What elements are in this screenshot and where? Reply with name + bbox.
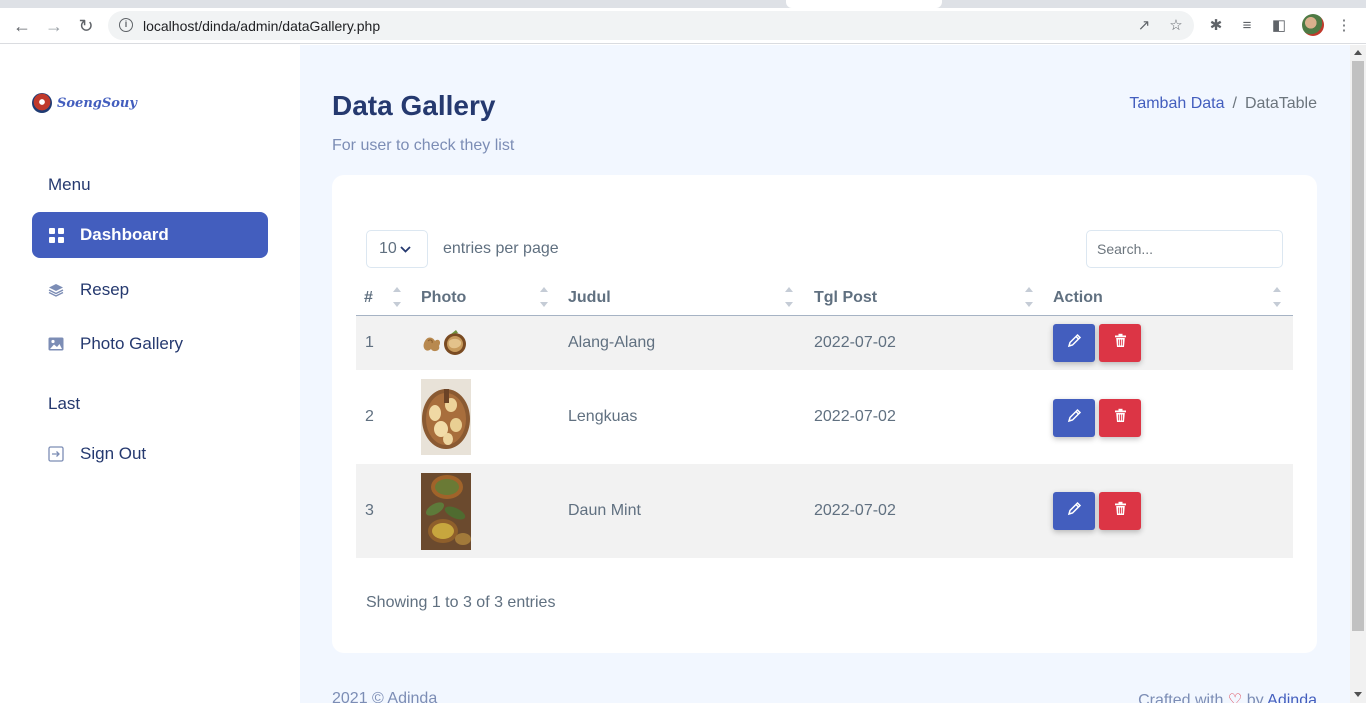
- browser-tabstrip: [0, 0, 1366, 8]
- cell-tgl-post: 2022-07-02: [814, 334, 896, 351]
- delete-button[interactable]: [1099, 492, 1141, 530]
- footer-by-text: by: [1246, 692, 1264, 703]
- delete-button[interactable]: [1099, 324, 1141, 362]
- table-header: # Photo Judul Tgl Post Action: [356, 278, 1293, 316]
- address-url[interactable]: localhost/dinda/admin/dataGallery.php: [143, 18, 380, 34]
- edit-button[interactable]: [1053, 492, 1095, 530]
- breadcrumb: Tambah Data / DataTable: [1129, 95, 1317, 113]
- sidebar-item-label: Resep: [80, 280, 130, 299]
- pencil-icon: [1067, 408, 1082, 428]
- sort-icon[interactable]: [1273, 287, 1281, 309]
- ginger-photo: [421, 329, 467, 362]
- column-header-tgl-post[interactable]: Tgl Post: [814, 289, 877, 307]
- edit-button[interactable]: [1053, 399, 1095, 437]
- media-queue-icon[interactable]: ≡: [1238, 17, 1256, 35]
- column-header-number[interactable]: #: [364, 289, 373, 307]
- sidebar-item-resep[interactable]: Resep: [32, 267, 268, 313]
- pencil-icon: [1067, 333, 1082, 353]
- datatable-card: 10 entries per page # Photo Judul Tgl Po…: [332, 175, 1317, 653]
- page-title: Data Gallery: [332, 90, 496, 121]
- extensions-icon[interactable]: ✱: [1207, 17, 1225, 35]
- profile-avatar[interactable]: [1302, 14, 1324, 36]
- galangal-photo: [421, 379, 471, 460]
- column-header-action[interactable]: Action: [1053, 289, 1103, 307]
- page-scrollbar[interactable]: [1350, 45, 1366, 703]
- logo-text: SoengSouy: [57, 95, 137, 111]
- table-info: Showing 1 to 3 of 3 entries: [366, 594, 556, 611]
- sidebar-item-label: Photo Gallery: [80, 334, 183, 353]
- cell-judul: Daun Mint: [568, 502, 641, 519]
- gallery-table: # Photo Judul Tgl Post Action 1 Alang-Al…: [356, 278, 1293, 558]
- menu-section-title: Menu: [48, 175, 91, 194]
- reload-icon[interactable]: ↻: [74, 14, 98, 38]
- sort-icon[interactable]: [785, 287, 793, 309]
- sidebar-item-dashboard[interactable]: Dashboard: [32, 212, 268, 258]
- scrollbar-thumb[interactable]: [1352, 61, 1364, 631]
- footer-crafted-text: Crafted with: [1138, 692, 1224, 703]
- page-subtitle: For user to check they list: [332, 137, 515, 154]
- sort-icon[interactable]: [1025, 287, 1033, 309]
- sidebar-item-label: Sign Out: [80, 444, 147, 463]
- browser-menu-icon[interactable]: ⋮: [1335, 17, 1353, 35]
- table-row: 3 Daun Mint 2022-07-02: [356, 464, 1293, 558]
- per-page-value: 10: [379, 240, 397, 257]
- grid-icon: [48, 227, 64, 243]
- logo[interactable]: SoengSouy: [32, 93, 137, 113]
- footer-author-link[interactable]: Adinda: [1267, 692, 1317, 703]
- browser-toolbar: ← → ↻ i localhost/dinda/admin/dataGaller…: [0, 8, 1366, 44]
- sidebar-item-photo-gallery[interactable]: Photo Gallery: [32, 321, 268, 367]
- forward-icon[interactable]: →: [42, 14, 66, 38]
- footer-credit: Crafted with ♡ by Adinda: [1138, 690, 1317, 703]
- bay-leaves-photo: [421, 473, 471, 555]
- stack-icon: [48, 282, 64, 298]
- column-header-photo[interactable]: Photo: [421, 289, 466, 307]
- last-section-title: Last: [48, 394, 81, 413]
- search-input[interactable]: [1086, 230, 1283, 268]
- scroll-up-icon[interactable]: [1354, 50, 1362, 55]
- scroll-down-icon[interactable]: [1354, 692, 1362, 697]
- logo-mark-icon: [32, 93, 52, 113]
- column-header-judul[interactable]: Judul: [568, 289, 611, 307]
- cell-number: 2: [365, 408, 374, 425]
- delete-button[interactable]: [1099, 399, 1141, 437]
- heart-icon: ♡: [1227, 692, 1243, 703]
- sidebar: SoengSouy Menu Dashboard Resep Photo Gal…: [0, 45, 300, 703]
- bookmark-star-icon[interactable]: ☆: [1167, 17, 1185, 35]
- chevron-down-icon: [400, 242, 411, 256]
- address-bar[interactable]: i localhost/dinda/admin/dataGallery.php …: [108, 11, 1194, 40]
- cell-tgl-post: 2022-07-02: [814, 502, 896, 519]
- breadcrumb-link-tambah-data[interactable]: Tambah Data: [1129, 95, 1224, 113]
- cell-tgl-post: 2022-07-02: [814, 408, 896, 425]
- sidebar-item-label: Dashboard: [80, 225, 169, 244]
- pencil-icon: [1067, 501, 1082, 521]
- cell-judul: Lengkuas: [568, 408, 638, 425]
- footer-copyright: 2021 © Adinda: [332, 690, 438, 703]
- per-page-label: entries per page: [443, 240, 559, 257]
- breadcrumb-separator: /: [1232, 95, 1237, 112]
- cell-judul: Alang-Alang: [568, 334, 656, 351]
- edit-button[interactable]: [1053, 324, 1095, 362]
- share-icon[interactable]: ↗: [1135, 17, 1153, 35]
- sidebar-item-sign-out[interactable]: Sign Out: [32, 431, 268, 477]
- cell-number: 1: [365, 334, 374, 351]
- main-content: Data Gallery For user to check they list…: [300, 45, 1350, 703]
- back-icon[interactable]: ←: [10, 14, 34, 38]
- site-info-icon[interactable]: i: [119, 18, 133, 32]
- per-page-select[interactable]: 10: [366, 230, 428, 268]
- cell-number: 3: [365, 502, 374, 519]
- table-row: 2 Lengkuas 2022-07-02: [356, 370, 1293, 464]
- signout-icon: [48, 446, 64, 462]
- browser-active-tab[interactable]: [786, 0, 942, 8]
- breadcrumb-current: DataTable: [1244, 95, 1317, 112]
- trash-icon: [1114, 408, 1127, 428]
- side-panel-icon[interactable]: ◧: [1270, 17, 1288, 35]
- sort-icon[interactable]: [540, 287, 548, 309]
- trash-icon: [1114, 501, 1127, 521]
- table-row: 1 Alang-Alang 2022-07-02: [356, 316, 1293, 370]
- trash-icon: [1114, 333, 1127, 353]
- sort-icon[interactable]: [393, 287, 401, 309]
- image-icon: [48, 336, 64, 352]
